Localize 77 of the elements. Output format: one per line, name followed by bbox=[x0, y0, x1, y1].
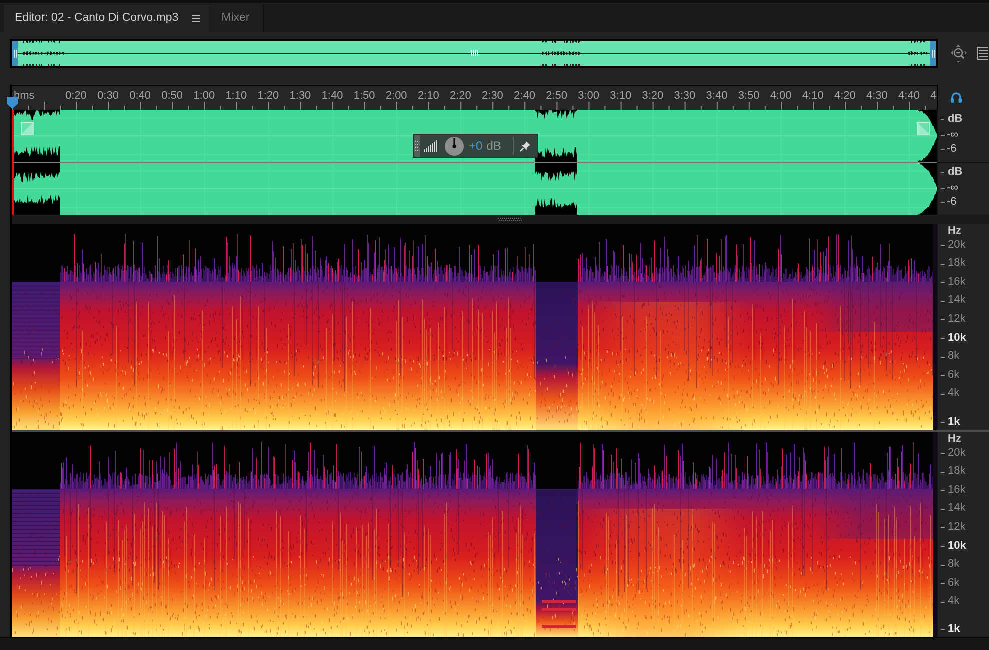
menu-icon[interactable] bbox=[192, 15, 200, 22]
time-label: 3:00 bbox=[578, 90, 600, 103]
zoom-out-icon[interactable] bbox=[951, 44, 967, 62]
time-label: 1:40 bbox=[322, 90, 344, 103]
time-label: 1:00 bbox=[194, 90, 216, 103]
frequency-label: 12k bbox=[948, 520, 966, 534]
fade-out-handle-icon[interactable] bbox=[917, 122, 930, 135]
time-label: 0:20 bbox=[66, 90, 87, 103]
time-label: 0:40 bbox=[130, 90, 151, 103]
time-label: 2:00 bbox=[386, 90, 408, 103]
decibel-unit: dB bbox=[948, 113, 963, 126]
frequency-label: 20k bbox=[948, 238, 966, 252]
frequency-label: 14k bbox=[948, 502, 966, 516]
frequency-label: 8k bbox=[948, 350, 960, 364]
frequency-label: 4k bbox=[948, 387, 960, 400]
time-label: 1:50 bbox=[354, 90, 376, 103]
time-label: 4:10 bbox=[802, 90, 824, 103]
frequency-label: 20k bbox=[948, 446, 966, 460]
time-label: 3:50 bbox=[738, 90, 760, 103]
time-label: 4:30 bbox=[866, 90, 888, 103]
frequency-label: 10k bbox=[948, 540, 966, 552]
volume-value[interactable]: +0 bbox=[469, 139, 483, 153]
fade-in-handle-icon[interactable] bbox=[21, 122, 34, 135]
tab[interactable]: Editor: 02 - Canto Di Corvo.mp3 bbox=[4, 5, 209, 32]
time-label: 1:20 bbox=[258, 90, 280, 103]
list-icon[interactable] bbox=[977, 47, 988, 60]
decibel-label: -∞ bbox=[947, 182, 959, 195]
grip-icon[interactable] bbox=[471, 50, 478, 56]
time-label: 4:00 bbox=[770, 90, 792, 103]
splitter-grip-icon[interactable] bbox=[498, 218, 522, 221]
range-start-handle[interactable] bbox=[12, 41, 18, 66]
frequency-unit: Hz bbox=[948, 225, 962, 238]
frequency-label: 18k bbox=[948, 465, 966, 478]
time-ruler[interactable]: hms 0:20 0:30 0:40 0:50 1:00 1:10 1:20 1:30 1:40 1:50 2:00 2:10 2:20 2:30 2:40 2:50 3:00 3:10 3:20 3:30 3:40 3:50 4:00 4:10 4:20 4:30 4:40 4 bbox=[12, 85, 938, 110]
frequency-label: 1k bbox=[948, 416, 960, 428]
tab[interactable]: Mixer bbox=[208, 5, 264, 32]
decibel-label: -6 bbox=[947, 196, 957, 209]
time-label: 2:50 bbox=[546, 90, 568, 103]
decibel-label: -∞ bbox=[947, 129, 959, 142]
overview-bar[interactable] bbox=[10, 39, 938, 68]
time-label: 2:10 bbox=[418, 90, 440, 103]
time-label: 2:30 bbox=[482, 90, 504, 103]
time-label: 3:20 bbox=[642, 90, 664, 103]
time-label: 3:40 bbox=[706, 90, 728, 103]
frequency-label: 14k bbox=[948, 294, 966, 308]
frequency-label: 12k bbox=[948, 312, 966, 326]
time-label: 2:40 bbox=[514, 90, 536, 103]
pin-icon[interactable] bbox=[520, 140, 531, 152]
time-label: 0:30 bbox=[98, 90, 119, 103]
frequency-label: 16k bbox=[948, 484, 966, 497]
frequency-label: 18k bbox=[948, 257, 966, 270]
time-label: 1:10 bbox=[226, 90, 248, 103]
volume-bars-icon bbox=[424, 140, 439, 152]
headphones-icon[interactable] bbox=[951, 92, 962, 103]
frequency-label: 6k bbox=[948, 576, 960, 590]
time-label: 2:20 bbox=[450, 90, 472, 103]
grip-icon[interactable] bbox=[414, 135, 420, 157]
decibel-label: -6 bbox=[947, 143, 957, 156]
frequency-unit: Hz bbox=[948, 433, 962, 446]
range-end-handle[interactable] bbox=[930, 41, 936, 66]
frequency-label: 16k bbox=[948, 276, 966, 289]
volume-unit: dB bbox=[486, 139, 502, 153]
time-label: 3:30 bbox=[674, 90, 696, 103]
frequency-label: 8k bbox=[948, 558, 960, 572]
time-unit: hms bbox=[14, 90, 35, 103]
volume-knob[interactable] bbox=[445, 136, 464, 156]
frequency-label: 10k bbox=[948, 332, 966, 344]
time-label: 4:40 bbox=[898, 90, 920, 103]
time-label: 4:20 bbox=[834, 90, 856, 103]
decibel-unit: dB bbox=[948, 166, 963, 179]
time-label: 3:10 bbox=[610, 90, 632, 103]
frequency-label: 4k bbox=[948, 595, 960, 608]
time-label: 4 bbox=[930, 90, 937, 103]
time-label: 1:30 bbox=[290, 90, 312, 103]
time-label: 0:50 bbox=[162, 90, 184, 103]
frequency-label: 1k bbox=[948, 622, 960, 636]
frequency-label: 6k bbox=[948, 368, 960, 382]
